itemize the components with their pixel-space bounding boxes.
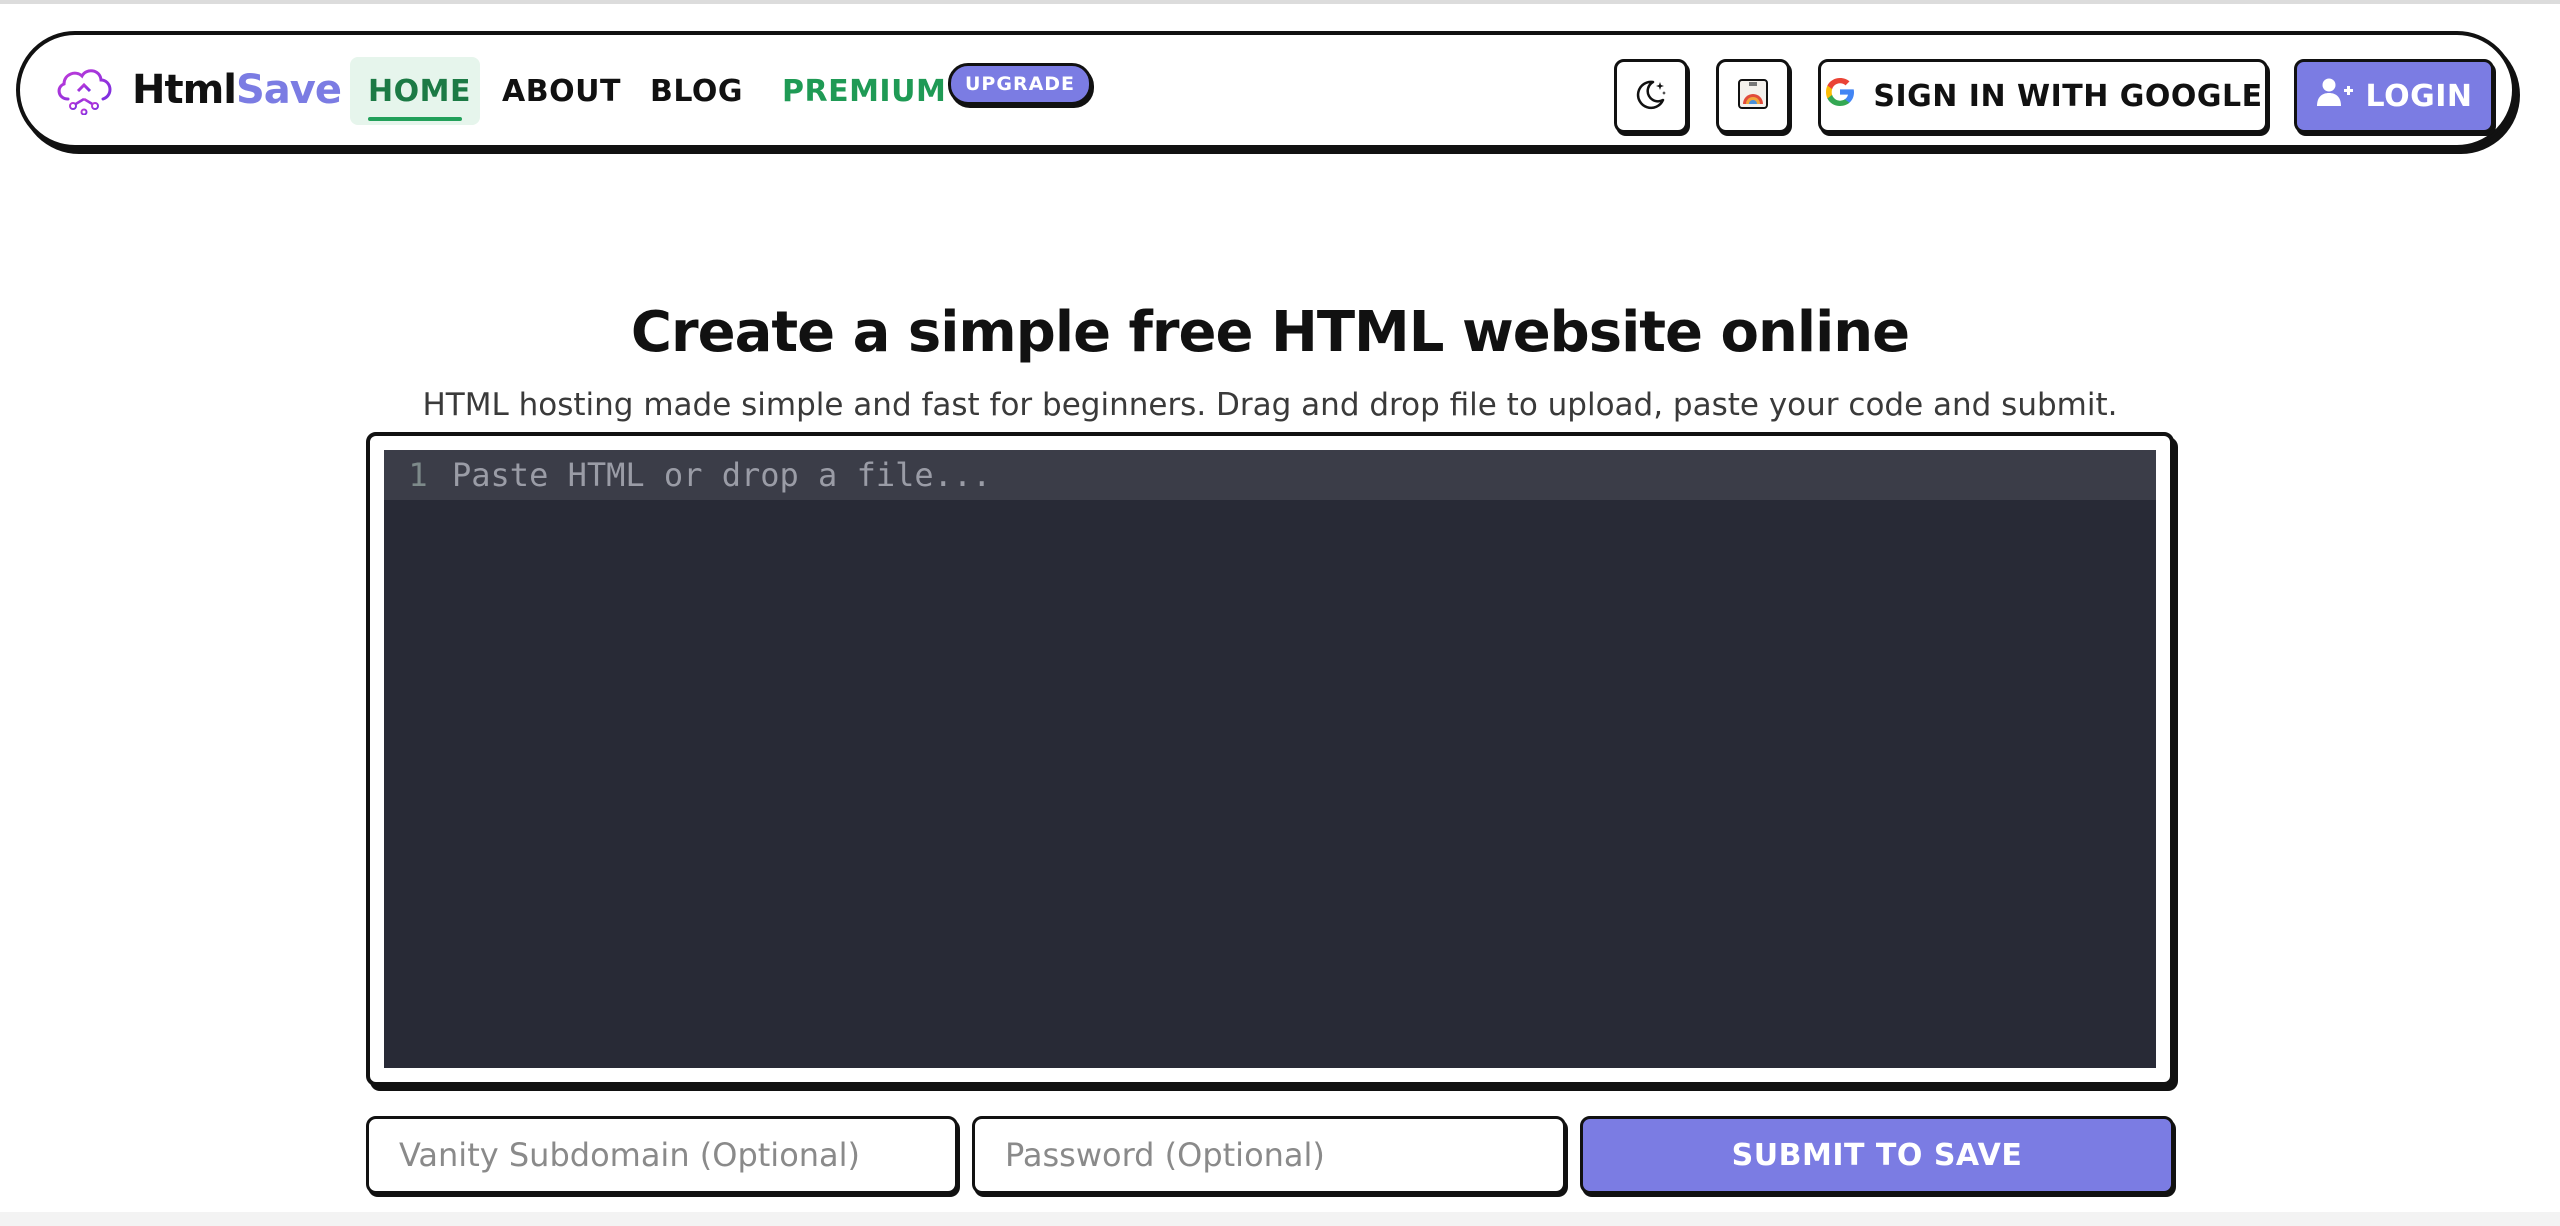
brand-name-part2: Save: [236, 67, 342, 113]
palette-button[interactable]: [1716, 59, 1790, 133]
code-editor-frame: 1 Paste HTML or drop a file...: [366, 432, 2174, 1086]
page-subtitle: HTML hosting made simple and fast for be…: [422, 387, 2118, 423]
cloud-upload-icon: [54, 65, 116, 115]
editor-active-line[interactable]: 1 Paste HTML or drop a file...: [384, 450, 2156, 500]
submit-to-save-button[interactable]: SUBMIT TO SAVE: [1580, 1116, 2174, 1194]
login-label: LOGIN: [2365, 78, 2473, 114]
line-number: 1: [408, 456, 428, 494]
nav-blog-link[interactable]: BLOG: [650, 57, 743, 125]
html-code-editor[interactable]: 1 Paste HTML or drop a file...: [384, 450, 2156, 1068]
theme-toggle-button[interactable]: [1614, 59, 1688, 133]
page-title: Create a simple free HTML website online: [630, 299, 1910, 365]
password-input[interactable]: [972, 1116, 1566, 1194]
vanity-subdomain-input[interactable]: [366, 1116, 958, 1194]
nav-premium-link[interactable]: PREMIUM: [782, 57, 946, 125]
palette-icon: [1735, 76, 1771, 116]
google-signin-button[interactable]: SIGN IN WITH GOOGLE: [1818, 59, 2268, 133]
brand-name-part1: Html: [132, 67, 237, 113]
google-signin-label: SIGN IN WITH GOOGLE: [1873, 78, 2263, 114]
login-button[interactable]: LOGIN: [2294, 59, 2494, 133]
editor-placeholder: Paste HTML or drop a file...: [452, 456, 992, 494]
moon-stars-icon: [1633, 76, 1669, 116]
nav-about-link[interactable]: ABOUT: [502, 57, 621, 125]
google-icon: [1823, 75, 1857, 117]
page-bottom-edge: [0, 1212, 2560, 1226]
nav-home-link[interactable]: HOME: [350, 57, 480, 125]
brand-logo[interactable]: HtmlSave: [54, 65, 342, 115]
top-navbar: HtmlSave HOME ABOUT BLOG PREMIUM UPGRADE: [16, 31, 2516, 149]
upgrade-badge[interactable]: UPGRADE: [948, 63, 1093, 105]
user-plus-icon: [2316, 77, 2354, 115]
browser-top-border: [0, 0, 2560, 4]
brand-name: HtmlSave: [132, 67, 342, 113]
